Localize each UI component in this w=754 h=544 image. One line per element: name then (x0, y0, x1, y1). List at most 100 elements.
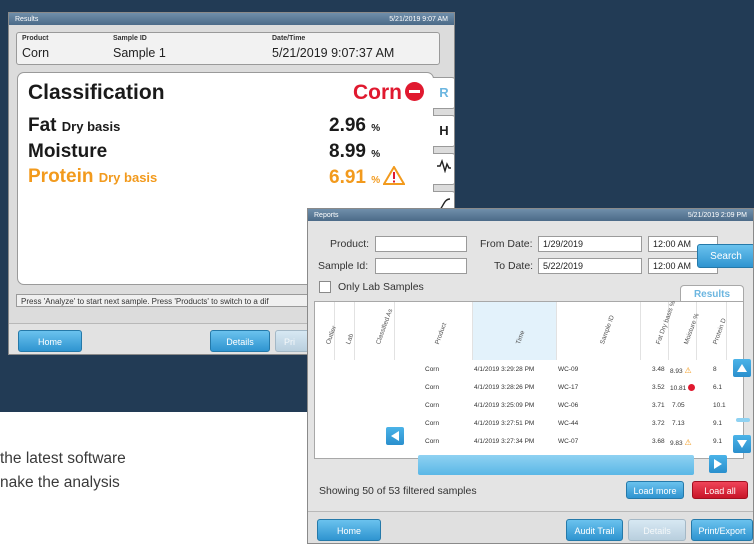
col-sample-id[interactable]: Sample ID (557, 302, 641, 360)
to-date-input[interactable]: 5/22/2019 (538, 258, 642, 274)
cell-protein: 9.1 (713, 438, 723, 445)
showing-count: Showing 50 of 53 filtered samples (319, 485, 477, 497)
cell-product: Corn (425, 384, 440, 391)
col-classified-label: Classified As (374, 308, 394, 346)
audit-trail-button[interactable]: Audit Trail (566, 519, 623, 541)
results-datetime: 5/21/2019 9:07 AM (389, 15, 448, 23)
classification-label: Classification (28, 81, 165, 104)
stop-icon (688, 384, 696, 391)
col-time[interactable]: Time (473, 302, 557, 360)
moisture-number: 8.99 (329, 141, 366, 162)
col-product[interactable]: Product (395, 302, 473, 360)
cell-protein: 10.1 (713, 402, 726, 409)
col-moisture[interactable]: Moisture % (669, 302, 700, 360)
only-lab-samples-checkbox[interactable] (319, 281, 331, 293)
product-value: Corn (22, 46, 50, 60)
cell-protein: 6.1 (713, 384, 723, 391)
cell-moisture: 8.93 ⚠ (670, 366, 692, 375)
cell-protein: 8 (713, 366, 717, 373)
search-button[interactable]: Search (697, 244, 753, 268)
cell-fat: 3.52 (652, 384, 665, 391)
col-time-label: Time (514, 329, 526, 346)
cell-product: Corn (425, 438, 440, 445)
reports-title: Reports (314, 211, 339, 219)
product-filter-input[interactable] (375, 236, 467, 252)
cell-fat: 3.48 (652, 366, 665, 373)
print-export-button[interactable]: Print/Export (691, 519, 753, 541)
warning-icon: ⚠ (684, 438, 692, 447)
results-title: Results (15, 15, 39, 23)
cell-fat: 3.68 (652, 438, 665, 445)
protein-label: Protein Dry basis (28, 166, 157, 188)
cell-product: Corn (425, 420, 440, 427)
chevron-right-icon (714, 459, 722, 469)
details-button[interactable]: Details (628, 519, 686, 541)
to-date-label: To Date: (494, 260, 534, 272)
col-protein[interactable]: Protein D (697, 302, 727, 360)
vertical-scroll-thumb[interactable] (736, 418, 750, 422)
side-tab-h[interactable]: H (433, 115, 454, 147)
protein-unit: % (371, 175, 381, 186)
side-tab-trend[interactable] (433, 153, 454, 185)
col-fat[interactable]: Fat Dry basis % (641, 300, 677, 360)
chevron-up-icon (737, 364, 747, 372)
col-lab-label: Lab (344, 332, 355, 346)
cell-time: 4/1/2019 3:29:28 PM (474, 366, 535, 373)
col-protein-label: Protein D (711, 317, 728, 346)
sample-header: Product Corn Sample ID Sample 1 Date/Tim… (16, 32, 440, 65)
protein-basis: Dry basis (98, 170, 158, 185)
cell-moisture: 7.05 (672, 402, 685, 409)
cell-sample-id: WC-06 (558, 402, 579, 409)
load-all-button[interactable]: Load all (692, 481, 748, 499)
cell-fat: 3.71 (652, 402, 665, 409)
fat-unit: % (371, 123, 381, 134)
chevron-down-icon (737, 440, 747, 448)
fat-label: Fat Dry basis (28, 115, 120, 137)
datetime-value: 5/21/2019 9:07:37 AM (272, 46, 395, 60)
sample-id-header-label: Sample ID (113, 35, 147, 42)
details-button[interactable]: Details (210, 330, 270, 352)
horizontal-scroll-thumb[interactable] (418, 455, 694, 475)
sample-id-filter-input[interactable] (375, 258, 467, 274)
product-header-label: Product (22, 35, 49, 42)
home-button[interactable]: Home (317, 519, 381, 541)
cell-sample-id: WC-44 (558, 420, 579, 427)
marketing-text: the latest software nake the analysis (0, 447, 126, 495)
cell-time: 4/1/2019 3:27:34 PM (474, 438, 535, 445)
cell-product: Corn (425, 402, 440, 409)
classification-text: Corn (353, 81, 402, 104)
warning-icon (383, 166, 406, 185)
cell-moisture: 9.83 ⚠ (670, 438, 692, 447)
cell-fat: 3.72 (652, 420, 665, 427)
col-lab[interactable]: Lab (335, 302, 355, 360)
reports-window: Reports 5/21/2019 2:09 PM Product: Sampl… (307, 208, 754, 544)
cell-time: 4/1/2019 3:27:51 PM (474, 420, 535, 427)
scroll-down-button[interactable] (733, 435, 751, 453)
scroll-left-button[interactable] (386, 427, 404, 445)
side-tab-r[interactable]: R (433, 77, 454, 109)
moisture-unit: % (371, 149, 381, 160)
scroll-up-button[interactable] (733, 359, 751, 377)
reports-datetime: 5/21/2019 2:09 PM (687, 211, 747, 219)
load-more-button[interactable]: Load more (626, 481, 684, 499)
fat-basis: Dry basis (61, 119, 121, 134)
moisture-label: Moisture (28, 141, 108, 162)
cell-moisture-value: 10.81 (670, 385, 687, 392)
stop-icon (405, 82, 424, 101)
cell-sample-id: WC-17 (558, 384, 579, 391)
from-date-input[interactable]: 1/29/2019 (538, 236, 642, 252)
home-button[interactable]: Home (18, 330, 82, 352)
cell-moisture: 7.13 (672, 420, 685, 427)
col-outlier[interactable]: Outlier (315, 302, 338, 360)
product-filter-label: Product: (330, 238, 370, 250)
fat-value: 2.96 % (329, 115, 380, 137)
reports-titlebar: Reports 5/21/2019 2:09 PM (308, 209, 753, 221)
scroll-right-button[interactable] (709, 455, 727, 473)
moisture-value: 8.99 % (329, 141, 380, 163)
col-product-label: Product (433, 321, 448, 346)
marketing-line-2: nake the analysis (0, 474, 120, 491)
col-classified-as[interactable]: Classified As (355, 302, 395, 360)
reports-bottom-bar: Home Audit Trail Details Print/Export (308, 511, 753, 543)
sample-id-value: Sample 1 (113, 46, 166, 60)
fat-name: Fat (28, 115, 57, 136)
